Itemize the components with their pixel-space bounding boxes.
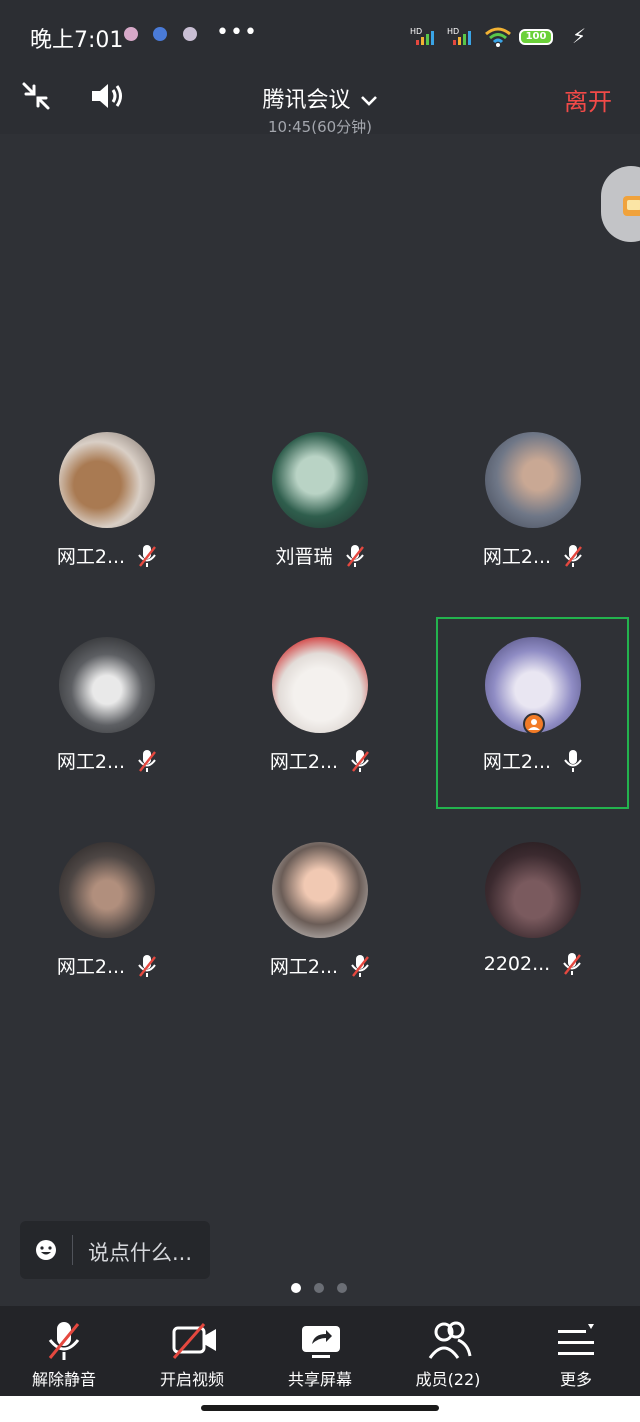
mic-muted-icon: [138, 544, 157, 567]
cellular-signal-icon: HD: [447, 27, 471, 45]
gift-icon[interactable]: [621, 188, 640, 218]
host-badge-icon: [523, 713, 545, 735]
avatar: [485, 842, 581, 938]
start-video-button[interactable]: 开启视频: [128, 1306, 256, 1396]
floating-gift-widget[interactable]: [601, 166, 640, 242]
mic-muted-icon: [138, 749, 157, 772]
avatar: [485, 432, 581, 528]
page-indicator-dot[interactable]: [291, 1283, 301, 1293]
mic-muted-icon: [351, 749, 370, 772]
participant-tile[interactable]: 网工2...: [224, 828, 416, 1020]
more-button[interactable]: 更多: [512, 1306, 640, 1396]
avatar: [272, 842, 368, 938]
meeting-title-row[interactable]: 腾讯会议: [0, 82, 640, 114]
navigation-bar: [0, 1396, 640, 1422]
participant-name: 网工2...: [269, 956, 339, 978]
video-off-icon[interactable]: [172, 1320, 218, 1362]
mic-muted-icon: [564, 544, 583, 567]
battery-icon: 100: [519, 29, 553, 45]
participant-name: 网工2...: [482, 751, 552, 773]
start-video-label[interactable]: 开启视频: [128, 1366, 256, 1390]
avatar: [272, 637, 368, 733]
avatar: [272, 432, 368, 528]
app-notification-icon: [153, 27, 167, 41]
meeting-title-area[interactable]: 腾讯会议 10:45(60分钟): [0, 82, 640, 137]
cellular-signal-icon: HD: [410, 27, 434, 45]
person-icon: [528, 719, 540, 730]
avatar: [59, 432, 155, 528]
signal-hd-label: HD: [410, 27, 422, 36]
participant-tile[interactable]: 网工2...: [437, 418, 629, 610]
chat-divider: [72, 1235, 73, 1265]
home-indicator[interactable]: [201, 1405, 439, 1411]
share-screen-icon[interactable]: [300, 1320, 342, 1362]
participant-tile[interactable]: 网工2...: [224, 623, 416, 815]
share-screen-button[interactable]: 共享屏幕: [256, 1306, 384, 1396]
participant-name: 网工2...: [56, 751, 126, 773]
participant-name-row: 网工2...: [437, 747, 629, 774]
more-menu-icon[interactable]: [556, 1320, 598, 1362]
participant-name-row: 网工2...: [224, 952, 416, 979]
share-screen-label[interactable]: 共享屏幕: [256, 1366, 384, 1390]
system-status-bar: 晚上7:01 ••• HD HD 100 ⚡: [0, 0, 640, 76]
participant-name-row: 网工2...: [437, 542, 629, 569]
mic-on-icon: [564, 749, 582, 772]
chevron-down-icon[interactable]: [360, 95, 378, 107]
chat-placeholder[interactable]: 说点什么...: [88, 1237, 192, 1267]
page-indicator-dot[interactable]: [314, 1283, 324, 1293]
participant-tile[interactable]: 网工2...: [11, 828, 203, 1020]
page-indicator-dot[interactable]: [337, 1283, 347, 1293]
more-label[interactable]: 更多: [512, 1366, 640, 1390]
emoji-icon[interactable]: [34, 1238, 58, 1262]
meeting-header: 腾讯会议 10:45(60分钟) 离开: [0, 76, 640, 137]
participant-name-row: 刘晋瑞: [224, 542, 416, 569]
participant-name: 2202...: [483, 953, 551, 975]
more-notifications-icon: •••: [216, 20, 258, 45]
members-icon[interactable]: [428, 1320, 472, 1362]
participant-name: 网工2...: [269, 751, 339, 773]
members-label[interactable]: 成员(22): [384, 1366, 512, 1390]
avatar: [59, 842, 155, 938]
mic-muted-icon: [351, 954, 370, 977]
participant-name: 网工2...: [482, 546, 552, 568]
wifi-icon: [485, 27, 511, 47]
mic-muted-icon: [138, 954, 157, 977]
participant-name: 网工2...: [56, 956, 126, 978]
charging-icon: ⚡: [572, 24, 587, 48]
avatar: [59, 637, 155, 733]
participant-name-row: 网工2...: [11, 542, 203, 569]
participant-tile[interactable]: 网工2...: [11, 623, 203, 815]
app-notification-icon: [183, 27, 197, 41]
chat-input[interactable]: 说点什么...: [20, 1221, 210, 1279]
meeting-toolbar: 解除静音 开启视频 共享屏幕 成员(22) 更多: [0, 1306, 640, 1396]
participant-name: 刘晋瑞: [275, 546, 333, 568]
mic-muted-icon[interactable]: [44, 1320, 84, 1362]
notification-icon: [124, 27, 138, 41]
participant-tile[interactable]: 2202...: [437, 828, 629, 1020]
participant-tile[interactable]: 刘晋瑞: [224, 418, 416, 610]
signal-hd-label: HD: [447, 27, 459, 36]
unmute-button[interactable]: 解除静音: [0, 1306, 128, 1396]
unmute-label[interactable]: 解除静音: [0, 1366, 128, 1390]
meeting-title[interactable]: 腾讯会议: [262, 88, 350, 113]
members-button[interactable]: 成员(22): [384, 1306, 512, 1396]
participant-name-row: 网工2...: [11, 952, 203, 979]
participant-name-row: 网工2...: [224, 747, 416, 774]
participant-tile[interactable]: 网工2...: [437, 623, 629, 815]
mic-muted-icon: [563, 953, 582, 975]
participant-name-row: 网工2...: [11, 747, 203, 774]
participant-name-row: 2202...: [437, 952, 629, 976]
participant-tile[interactable]: 网工2...: [11, 418, 203, 610]
mic-muted-icon: [345, 544, 364, 567]
status-time: 晚上7:01: [30, 28, 124, 53]
leave-button[interactable]: 离开: [564, 82, 612, 117]
participant-name: 网工2...: [56, 546, 126, 568]
